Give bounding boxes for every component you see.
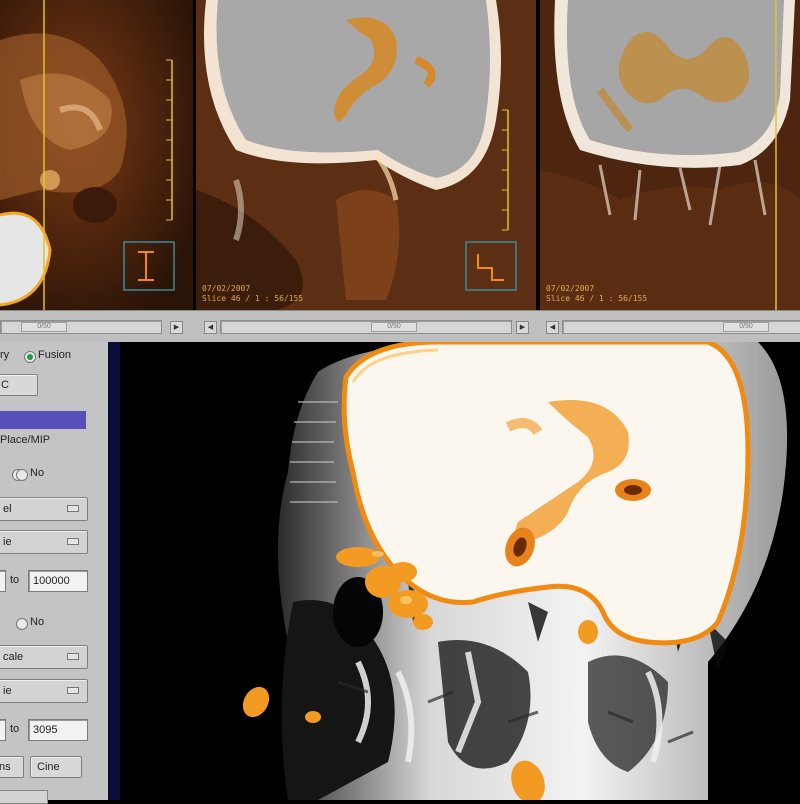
combo-2-value: ie	[3, 536, 12, 548]
fusion-radio[interactable]	[24, 351, 36, 363]
range-2-to-label: to	[10, 723, 20, 735]
volume-render-image	[242, 342, 788, 800]
viewer-date: 07/02/2007	[546, 284, 595, 293]
combo-1-value: el	[3, 503, 12, 515]
top-action-button[interactable]: C	[0, 374, 38, 396]
combo-4-value: ie	[3, 685, 12, 697]
dropdown-arrow-icon	[67, 653, 79, 660]
range-2-to-field[interactable]: 3095	[28, 719, 88, 741]
combo-4[interactable]: ie	[0, 679, 88, 703]
fusion-label: Fusion	[38, 349, 72, 361]
range-2-from-field[interactable]	[0, 719, 6, 741]
sagittal-viewer[interactable]	[0, 0, 193, 310]
combo-2[interactable]: ie	[0, 530, 88, 554]
combo-1[interactable]: el	[0, 497, 88, 521]
list-item-selected[interactable]	[0, 411, 86, 429]
scroll-right-arrow-icon[interactable]: ▶	[516, 321, 529, 334]
scroll-left-arrow-icon[interactable]: ◀	[546, 321, 559, 334]
coronal-slice-scrollbar[interactable]: 0/50	[220, 320, 512, 334]
no-radio-1[interactable]	[16, 469, 28, 481]
combo-3-value: cale	[3, 651, 24, 663]
viewer-slice-info: Slice 46 / 1 : 56/155	[202, 294, 304, 303]
axial-slice-scrollbar[interactable]: 0/50	[562, 320, 800, 334]
coronal-viewer[interactable]: 07/02/2007 Slice 46 / 1 : 56/155	[196, 0, 536, 310]
viewer-slice-info: Slice 46 / 1 : 56/155	[546, 294, 648, 303]
slice-scroll-strip: 0/50 ▶ ◀ 0/50 ▶ ◀ 0/50	[0, 310, 800, 343]
axial-viewer[interactable]: 07/02/2007 Slice 46 / 1 : 56/155	[540, 0, 800, 310]
scroll-thumb[interactable]: 0/50	[371, 322, 417, 332]
volume-render-viewport[interactable]	[108, 342, 800, 800]
cine-button[interactable]: Cine	[30, 756, 82, 778]
no-label-2: No	[30, 616, 45, 628]
bottom-partial-button[interactable]	[0, 790, 48, 804]
mode-left-label: ry	[0, 349, 10, 361]
dropdown-arrow-icon	[67, 687, 79, 694]
scroll-right-arrow-icon[interactable]: ▶	[170, 321, 183, 334]
range-1-to-label: to	[10, 574, 20, 586]
render-control-panel: ry Fusion C Place/MIP No el ie to 100000…	[0, 342, 109, 804]
scroll-left-arrow-icon[interactable]: ◀	[204, 321, 217, 334]
bottom-left-button[interactable]: ns	[0, 756, 24, 778]
combo-3[interactable]: cale	[0, 645, 88, 669]
scroll-thumb[interactable]: 0/50	[723, 322, 769, 332]
viewer-date: 07/02/2007	[202, 284, 251, 293]
no-radio-2[interactable]	[16, 618, 28, 630]
sagittal-slice-scrollbar[interactable]: 0/50	[0, 320, 162, 334]
range-1-from-field[interactable]	[0, 570, 6, 592]
no-label-1: No	[30, 467, 45, 479]
scroll-thumb[interactable]: 0/50	[21, 322, 67, 332]
viewport-border	[108, 342, 120, 800]
dropdown-arrow-icon	[67, 538, 79, 545]
dropdown-arrow-icon	[67, 505, 79, 512]
list-item-place-mip[interactable]: Place/MIP	[0, 434, 50, 446]
range-1-to-field[interactable]: 100000	[28, 570, 88, 592]
